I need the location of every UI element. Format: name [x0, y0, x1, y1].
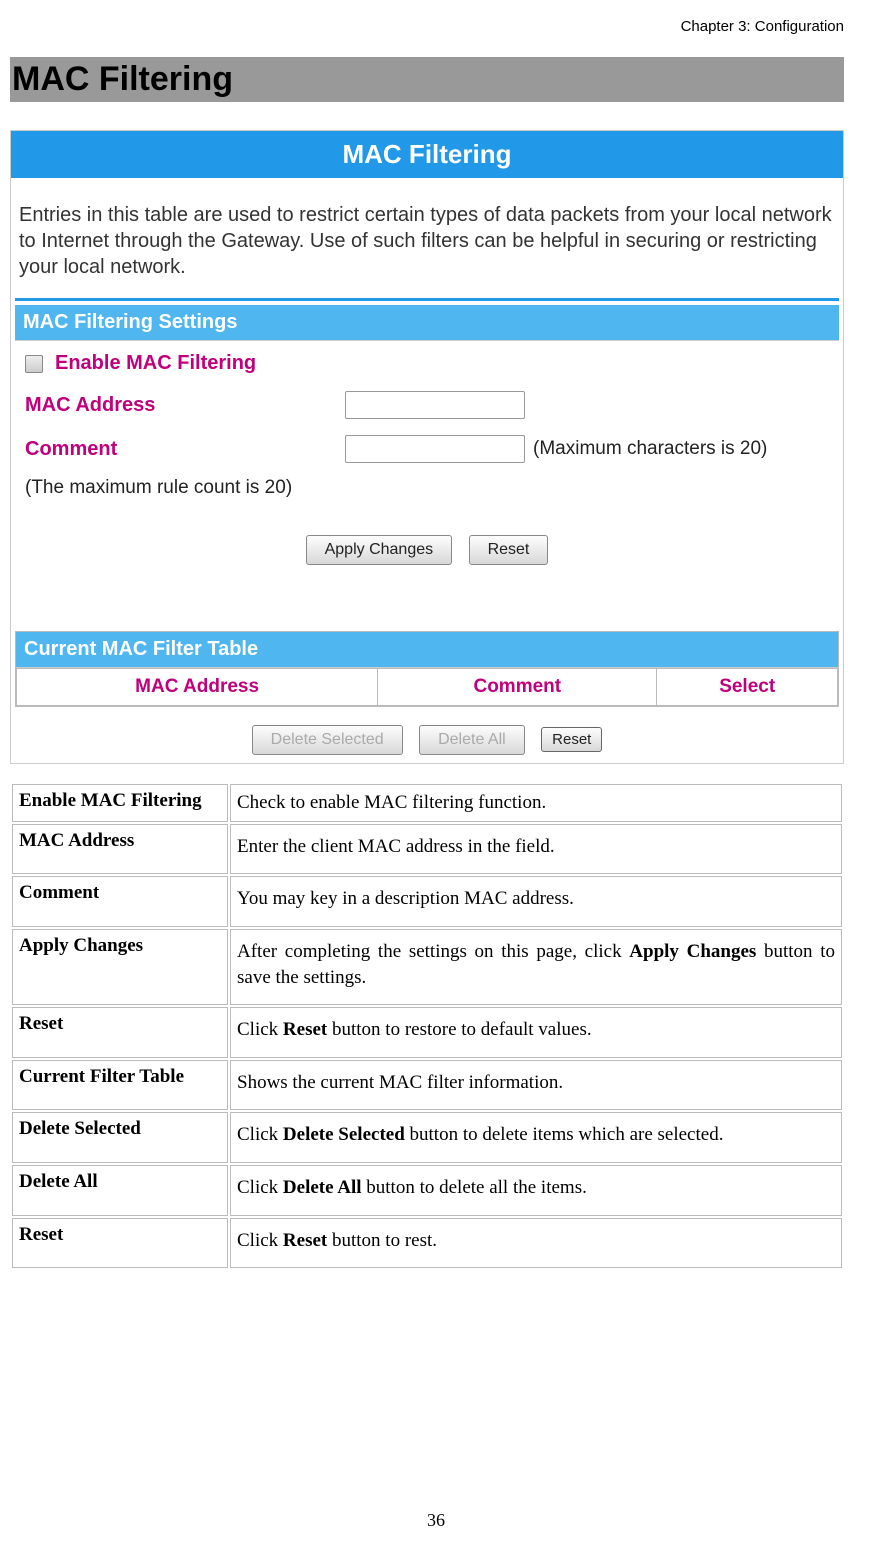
delete-all-button[interactable]: Delete All [419, 725, 525, 755]
desc-val: Check to enable MAC filtering function. [230, 784, 842, 822]
page-number: 36 [0, 1510, 872, 1531]
comment-label: Comment [25, 438, 345, 461]
desc-val: Click Delete All button to delete all th… [230, 1165, 842, 1216]
filter-table-header: Current MAC Filter Table [16, 632, 838, 668]
col-comment: Comment [378, 669, 657, 706]
reset-table-button[interactable]: Reset [541, 727, 602, 752]
desc-key: Current Filter Table [12, 1060, 228, 1111]
mac-input[interactable] [345, 391, 525, 419]
apply-changes-button[interactable]: Apply Changes [306, 535, 453, 565]
form-button-row: Apply Changes Reset [25, 517, 829, 589]
desc-val: Click Reset button to restore to default… [230, 1007, 842, 1058]
filter-table-head-row: MAC Address Comment Select [17, 669, 838, 706]
col-mac: MAC Address [17, 669, 378, 706]
desc-row: Enable MAC Filtering Check to enable MAC… [12, 784, 842, 822]
desc-val: Click Reset button to rest. [230, 1218, 842, 1269]
desc-key: Comment [12, 876, 228, 927]
enable-label: Enable MAC Filtering [55, 352, 256, 375]
desc-key: Reset [12, 1218, 228, 1269]
comment-input[interactable] [345, 435, 525, 463]
desc-key: Delete Selected [12, 1112, 228, 1163]
chapter-label: Chapter 3: Configuration [10, 18, 844, 35]
desc-key: Delete All [12, 1165, 228, 1216]
delete-selected-button[interactable]: Delete Selected [252, 725, 403, 755]
desc-row: MAC Address Enter the client MAC address… [12, 824, 842, 875]
comment-row: Comment (Maximum characters is 20) [25, 427, 829, 471]
desc-key: Apply Changes [12, 929, 228, 1005]
col-select: Select [657, 669, 838, 706]
enable-checkbox[interactable] [25, 355, 43, 373]
desc-val: Shows the current MAC filter information… [230, 1060, 842, 1111]
filter-table: MAC Address Comment Select [16, 668, 838, 706]
ui-banner: MAC Filtering [11, 131, 843, 178]
enable-row: Enable MAC Filtering [25, 349, 829, 383]
mac-label: MAC Address [25, 394, 345, 417]
desc-val: After completing the settings on this pa… [230, 929, 842, 1005]
comment-note: (Maximum characters is 20) [533, 438, 767, 460]
rule-count-note: (The maximum rule count is 20) [25, 471, 829, 517]
desc-key: Enable MAC Filtering [12, 784, 228, 822]
desc-row: Apply Changes After completing the setti… [12, 929, 842, 1005]
desc-val: Click Delete Selected button to delete i… [230, 1112, 842, 1163]
desc-row: Current Filter Table Shows the current M… [12, 1060, 842, 1111]
ui-screenshot: MAC Filtering Entries in this table are … [10, 130, 844, 764]
section-title: MAC Filtering [10, 57, 844, 102]
table-button-row: Delete Selected Delete All Reset [11, 707, 843, 763]
desc-row: Reset Click Reset button to restore to d… [12, 1007, 842, 1058]
settings-form: Enable MAC Filtering MAC Address Comment… [11, 341, 843, 593]
desc-row: Delete All Click Delete All button to de… [12, 1165, 842, 1216]
desc-row: Reset Click Reset button to rest. [12, 1218, 842, 1269]
settings-header: MAC Filtering Settings [15, 305, 839, 341]
desc-key: Reset [12, 1007, 228, 1058]
desc-row: Comment You may key in a description MAC… [12, 876, 842, 927]
reset-button[interactable]: Reset [469, 535, 549, 565]
filter-table-box: Current MAC Filter Table MAC Address Com… [15, 631, 839, 707]
mac-row: MAC Address [25, 383, 829, 427]
desc-row: Delete Selected Click Delete Selected bu… [12, 1112, 842, 1163]
divider [15, 298, 839, 301]
desc-key: MAC Address [12, 824, 228, 875]
ui-intro: Entries in this table are used to restri… [11, 178, 843, 298]
desc-val: You may key in a description MAC address… [230, 876, 842, 927]
description-table: Enable MAC Filtering Check to enable MAC… [10, 782, 844, 1270]
desc-val: Enter the client MAC address in the fiel… [230, 824, 842, 875]
